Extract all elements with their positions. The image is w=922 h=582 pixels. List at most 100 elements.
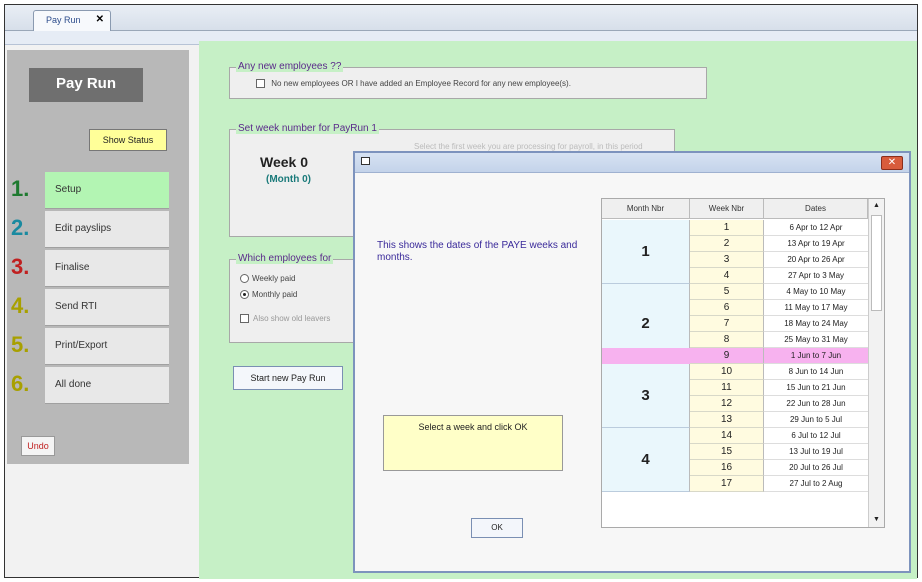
week-label: Week 0	[260, 154, 308, 170]
dialog-info-text: This shows the dates of the PAYE weeks a…	[377, 240, 578, 263]
new-employees-checkbox-label: No new employees OR I have added an Empl…	[271, 79, 571, 88]
step-label[interactable]: Edit payslips	[45, 211, 169, 248]
undo-button[interactable]: Undo	[21, 436, 55, 456]
week-cell[interactable]: 2	[690, 236, 764, 252]
scroll-down-icon[interactable]: ▼	[869, 513, 884, 527]
which-employees-legend: Which employees for	[236, 253, 334, 264]
dates-cell[interactable]: 18 May to 24 May	[764, 316, 868, 332]
new-employees-checkbox[interactable]	[256, 79, 265, 89]
dialog-titlebar: ✕	[355, 153, 909, 173]
dates-cell[interactable]: 29 Jun to 5 Jul	[764, 412, 868, 428]
dates-cell[interactable]: 15 Jun to 21 Jun	[764, 380, 868, 396]
dates-cell[interactable]: 27 Apr to 3 May	[764, 268, 868, 284]
ok-button[interactable]: OK	[471, 518, 523, 538]
which-employees-group: Which employees for Weekly paid Monthly …	[229, 253, 359, 343]
dates-cell[interactable]: 4 May to 10 May	[764, 284, 868, 300]
dates-cell[interactable]: 27 Jul to 2 Aug	[764, 476, 868, 492]
step-number: 1.	[11, 176, 30, 201]
weekly-paid-label: Weekly paid	[252, 274, 296, 283]
dates-cell[interactable]: 1 Jun to 7 Jun	[764, 348, 868, 364]
new-employees-row: No new employees OR I have added an Empl…	[256, 79, 571, 89]
monthly-paid-radio[interactable]	[240, 290, 249, 300]
week-cell[interactable]: 15	[690, 444, 764, 460]
week-cell[interactable]: 11	[690, 380, 764, 396]
step-label[interactable]: Send RTI	[45, 289, 169, 326]
step-label[interactable]: Setup	[45, 172, 169, 209]
monthly-paid-option[interactable]: Monthly paid	[240, 290, 298, 300]
step-number: 2.	[11, 215, 30, 240]
week-cell[interactable]: 16	[690, 460, 764, 476]
step-2[interactable]: 2. Edit payslips	[7, 211, 173, 249]
month-cell[interactable]: 1	[602, 220, 690, 284]
dates-cell[interactable]: 13 Apr to 19 Apr	[764, 236, 868, 252]
dates-cell[interactable]: 25 May to 31 May	[764, 332, 868, 348]
step-number: 6.	[11, 371, 30, 396]
weekly-paid-option[interactable]: Weekly paid	[240, 274, 296, 284]
grid-scrollbar[interactable]: ▲ ▼	[868, 199, 884, 527]
header-month-nbr: Month Nbr	[602, 199, 690, 219]
week-cell[interactable]: 1	[690, 220, 764, 236]
week-hint: Select the first week you are processing…	[414, 142, 643, 151]
dates-cell[interactable]: 13 Jul to 19 Jul	[764, 444, 868, 460]
step-3[interactable]: 3. Finalise	[7, 250, 173, 288]
app-window: Pay Run ✕ Pay Run Show Status 1. Setup 2. E…	[4, 4, 918, 579]
scroll-thumb[interactable]	[871, 215, 882, 311]
week-cell[interactable]: 10	[690, 364, 764, 380]
show-status-button[interactable]: Show Status	[89, 129, 167, 151]
sidebar: Pay Run Show Status 1. Setup 2. Edit paysli…	[7, 50, 189, 464]
step-number: 4.	[11, 293, 30, 318]
step-number: 5.	[11, 332, 30, 357]
step-4[interactable]: 4. Send RTI	[7, 289, 173, 327]
tab-close-icon[interactable]: ✕	[96, 14, 104, 25]
month-label: (Month 0)	[266, 174, 311, 185]
header-week-nbr: Week Nbr	[690, 199, 764, 219]
step-1[interactable]: 1. Setup	[7, 172, 173, 210]
dates-cell[interactable]: 11 May to 17 May	[764, 300, 868, 316]
also-show-leavers-checkbox[interactable]	[240, 314, 249, 324]
dates-cell[interactable]: 20 Jul to 26 Jul	[764, 460, 868, 476]
tab-pay-run[interactable]: Pay Run ✕	[33, 10, 111, 31]
monthly-paid-label: Monthly paid	[252, 290, 298, 299]
week-cell[interactable]: 5	[690, 284, 764, 300]
step-label[interactable]: Print/Export	[45, 328, 169, 365]
new-employees-group: Any new employees ?? No new employees OR…	[229, 61, 707, 99]
dates-cell[interactable]: 22 Jun to 28 Jun	[764, 396, 868, 412]
dates-cell[interactable]: 20 Apr to 26 Apr	[764, 252, 868, 268]
header-dates: Dates	[764, 199, 868, 219]
step-5[interactable]: 5. Print/Export	[7, 328, 173, 366]
week-cell[interactable]: 8	[690, 332, 764, 348]
select-week-prompt: Select a week and click OK	[383, 415, 563, 471]
tab-label: Pay Run	[46, 15, 81, 25]
week-number-legend: Set week number for PayRun 1	[236, 123, 379, 134]
week-cell[interactable]: 9	[690, 348, 764, 364]
weekly-paid-radio[interactable]	[240, 274, 249, 284]
sidebar-title: Pay Run	[29, 68, 143, 102]
dates-cell[interactable]: 6 Apr to 12 Apr	[764, 220, 868, 236]
week-cell[interactable]: 17	[690, 476, 764, 492]
month-cell[interactable]: 4	[602, 428, 690, 492]
step-number: 3.	[11, 254, 30, 279]
step-label[interactable]: Finalise	[45, 250, 169, 287]
month-cell[interactable]: 3	[602, 364, 690, 428]
week-cell[interactable]: 7	[690, 316, 764, 332]
paye-weeks-grid: Month Nbr Week Nbr Dates 116 Apr to 12 A…	[601, 198, 885, 528]
week-cell[interactable]: 13	[690, 412, 764, 428]
dates-cell[interactable]: 8 Jun to 14 Jun	[764, 364, 868, 380]
also-show-leavers-label: Also show old leavers	[253, 314, 331, 323]
paye-weeks-dialog: ✕ This shows the dates of the PAYE weeks…	[353, 151, 911, 573]
week-cell[interactable]: 4	[690, 268, 764, 284]
scroll-up-icon[interactable]: ▲	[869, 199, 884, 213]
new-employees-legend: Any new employees ??	[236, 61, 344, 72]
week-cell[interactable]: 3	[690, 252, 764, 268]
step-label[interactable]: All done	[45, 367, 169, 404]
tab-strip: Pay Run ✕	[5, 5, 917, 31]
also-show-leavers-option[interactable]: Also show old leavers	[240, 314, 331, 324]
dialog-close-icon[interactable]: ✕	[881, 156, 903, 170]
week-cell[interactable]: 6	[690, 300, 764, 316]
week-cell[interactable]: 14	[690, 428, 764, 444]
start-new-pay-run-button[interactable]: Start new Pay Run	[233, 366, 343, 390]
week-cell[interactable]: 12	[690, 396, 764, 412]
dates-cell[interactable]: 6 Jul to 12 Jul	[764, 428, 868, 444]
step-6[interactable]: 6. All done	[7, 367, 173, 405]
window-icon	[361, 157, 370, 165]
